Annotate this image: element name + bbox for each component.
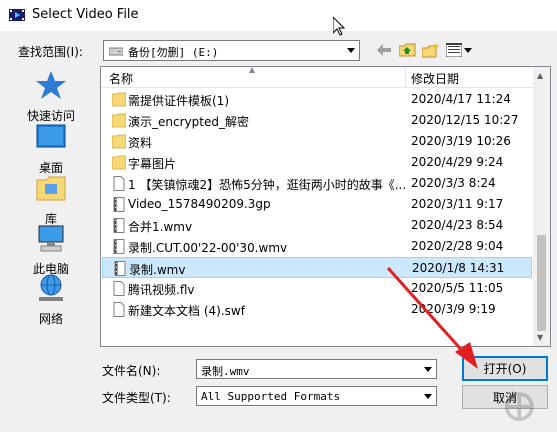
video-file-icon (113, 197, 125, 212)
open-button-label: 打开(O) (483, 362, 527, 376)
filename-input[interactable]: 录制.wmv (196, 359, 437, 379)
up-folder-button[interactable] (397, 41, 417, 59)
place-quick-access[interactable]: 快速访问 (15, 69, 87, 124)
column-name[interactable]: 名称 (109, 70, 133, 87)
folder-icon (112, 134, 126, 149)
file-row[interactable]: 录制.wmv 2020/1/8 14:31 (102, 257, 532, 278)
video-app-icon (9, 9, 25, 21)
place-desktop[interactable]: 桌面 (15, 121, 87, 176)
computer-icon (38, 225, 64, 252)
file-name: 合并1.wmv (128, 220, 193, 234)
new-folder-button[interactable] (420, 41, 442, 59)
chevron-down-icon[interactable] (342, 41, 359, 60)
chevron-down-icon[interactable] (419, 387, 436, 405)
folder-icon (112, 113, 126, 128)
file-row[interactable]: Video_1578490209.3gp 2020/3/11 9:17 (102, 194, 532, 215)
file-date: 2020/12/15 10:27 (411, 113, 519, 127)
chevron-down-icon (464, 47, 472, 53)
file-row[interactable]: 录制.CUT.00'22-00'30.wmv 2020/2/28 9:04 (102, 236, 532, 257)
video-file-icon (113, 239, 125, 254)
column-modified[interactable]: 修改日期 (411, 70, 459, 87)
file-date: 2020/5/5 11:05 (411, 281, 504, 295)
video-file-icon (113, 218, 125, 233)
place-label: 网络 (38, 312, 63, 326)
file-date: 2020/3/11 9:17 (411, 197, 504, 211)
scroll-thumb[interactable] (537, 235, 546, 331)
file-date: 2020/1/8 14:31 (412, 261, 505, 275)
file-name: 腾讯视频.flv (128, 283, 195, 297)
file-name: 新建文本文档 (4).swf (128, 304, 245, 318)
file-name: 1 【笑镇惊魂2】恐怖5分钟，逛街两小时的故事《... (128, 178, 407, 192)
file-date: 2020/4/17 11:24 (411, 92, 511, 106)
file-row[interactable]: 合并1.wmv 2020/4/23 8:54 (102, 215, 532, 236)
file-name: 录制.CUT.00'22-00'30.wmv (128, 241, 288, 255)
lookin-dropdown[interactable]: 备份[勿删] (E:) (103, 40, 360, 61)
file-row[interactable]: 1 【笑镇惊魂2】恐怖5分钟，逛街两小时的故事《... 2020/3/3 8:24 (102, 173, 532, 194)
file-row[interactable]: 腾讯视频.flv 2020/5/5 11:05 (102, 278, 532, 299)
desktop-icon (36, 124, 66, 148)
file-row[interactable]: 新建文本文档 (4).swf 2020/3/9 9:19 (102, 299, 532, 320)
file-date: 2020/4/29 9:24 (411, 155, 504, 169)
back-button[interactable] (375, 41, 393, 59)
filename-label: 文件名(N): (102, 364, 161, 378)
file-date: 2020/3/3 8:24 (411, 176, 496, 190)
file-list[interactable]: ▲ 名称 修改日期 需提供证件模板(1) 2020/4/17 11:24 演示_en… (100, 66, 551, 347)
up-folder-icon (398, 43, 415, 57)
file-icon (113, 281, 125, 296)
vertical-scrollbar[interactable]: ▲ ▼ (533, 67, 550, 346)
folder-icon (112, 92, 126, 107)
window-title: Select Video File (32, 7, 139, 22)
place-network[interactable]: 网络 (15, 272, 87, 327)
place-this-pc[interactable]: 此电脑 (15, 222, 87, 277)
scroll-down-icon[interactable]: ▼ (537, 333, 543, 342)
file-row[interactable]: 资料 2020/3/19 10:26 (102, 131, 532, 152)
network-icon (39, 274, 63, 301)
scroll-up-icon[interactable]: ▲ (537, 71, 543, 80)
mouse-cursor-icon (333, 17, 345, 36)
filetype-label: 文件类型(T): (102, 391, 171, 405)
filetype-value: All Supported Formats (201, 390, 341, 403)
file-name: 录制.wmv (129, 263, 186, 277)
drive-icon (109, 47, 123, 56)
file-date: 2020/3/9 9:19 (411, 302, 496, 316)
file-icon (113, 302, 125, 317)
file-date: 2020/4/23 8:54 (411, 218, 504, 232)
lookin-label: 查找范围(I): (18, 45, 83, 59)
view-menu-button[interactable] (444, 41, 474, 59)
title-bar: Select Video File (0, 0, 557, 36)
column-divider[interactable] (405, 67, 406, 87)
file-date: 2020/2/28 9:04 (411, 239, 504, 253)
lookin-value: 备份[勿删] (E:) (128, 46, 219, 59)
filetype-select[interactable]: All Supported Formats (196, 386, 437, 406)
place-library[interactable]: 库 (15, 172, 87, 227)
back-arrow-icon (377, 44, 391, 56)
file-row[interactable]: 演示_encrypted_解密 2020/12/15 10:27 (102, 110, 532, 131)
file-name: 演示_encrypted_解密 (128, 115, 249, 129)
file-name: 字幕图片 (128, 157, 177, 171)
chevron-down-icon[interactable] (419, 360, 436, 378)
sort-up-icon: ▲ (249, 66, 256, 74)
file-row[interactable]: 字幕图片 2020/4/29 9:24 (102, 152, 532, 173)
file-row[interactable]: 需提供证件模板(1) 2020/4/17 11:24 (102, 89, 532, 110)
file-name: 需提供证件模板(1) (128, 94, 229, 108)
watermark-logo: ⊕ (500, 378, 539, 432)
folder-icon (112, 155, 126, 170)
filename-value: 录制.wmv (201, 365, 250, 378)
file-name: Video_1578490209.3gp (128, 197, 271, 211)
star-icon (36, 71, 66, 99)
column-header: ▲ 名称 修改日期 (101, 67, 534, 88)
file-name: 资料 (128, 136, 153, 150)
file-date: 2020/3/19 10:26 (411, 134, 511, 148)
view-list-icon (446, 43, 462, 57)
file-icon (113, 176, 125, 191)
library-icon (36, 176, 66, 201)
new-folder-icon (422, 42, 439, 57)
video-file-icon (114, 261, 126, 276)
